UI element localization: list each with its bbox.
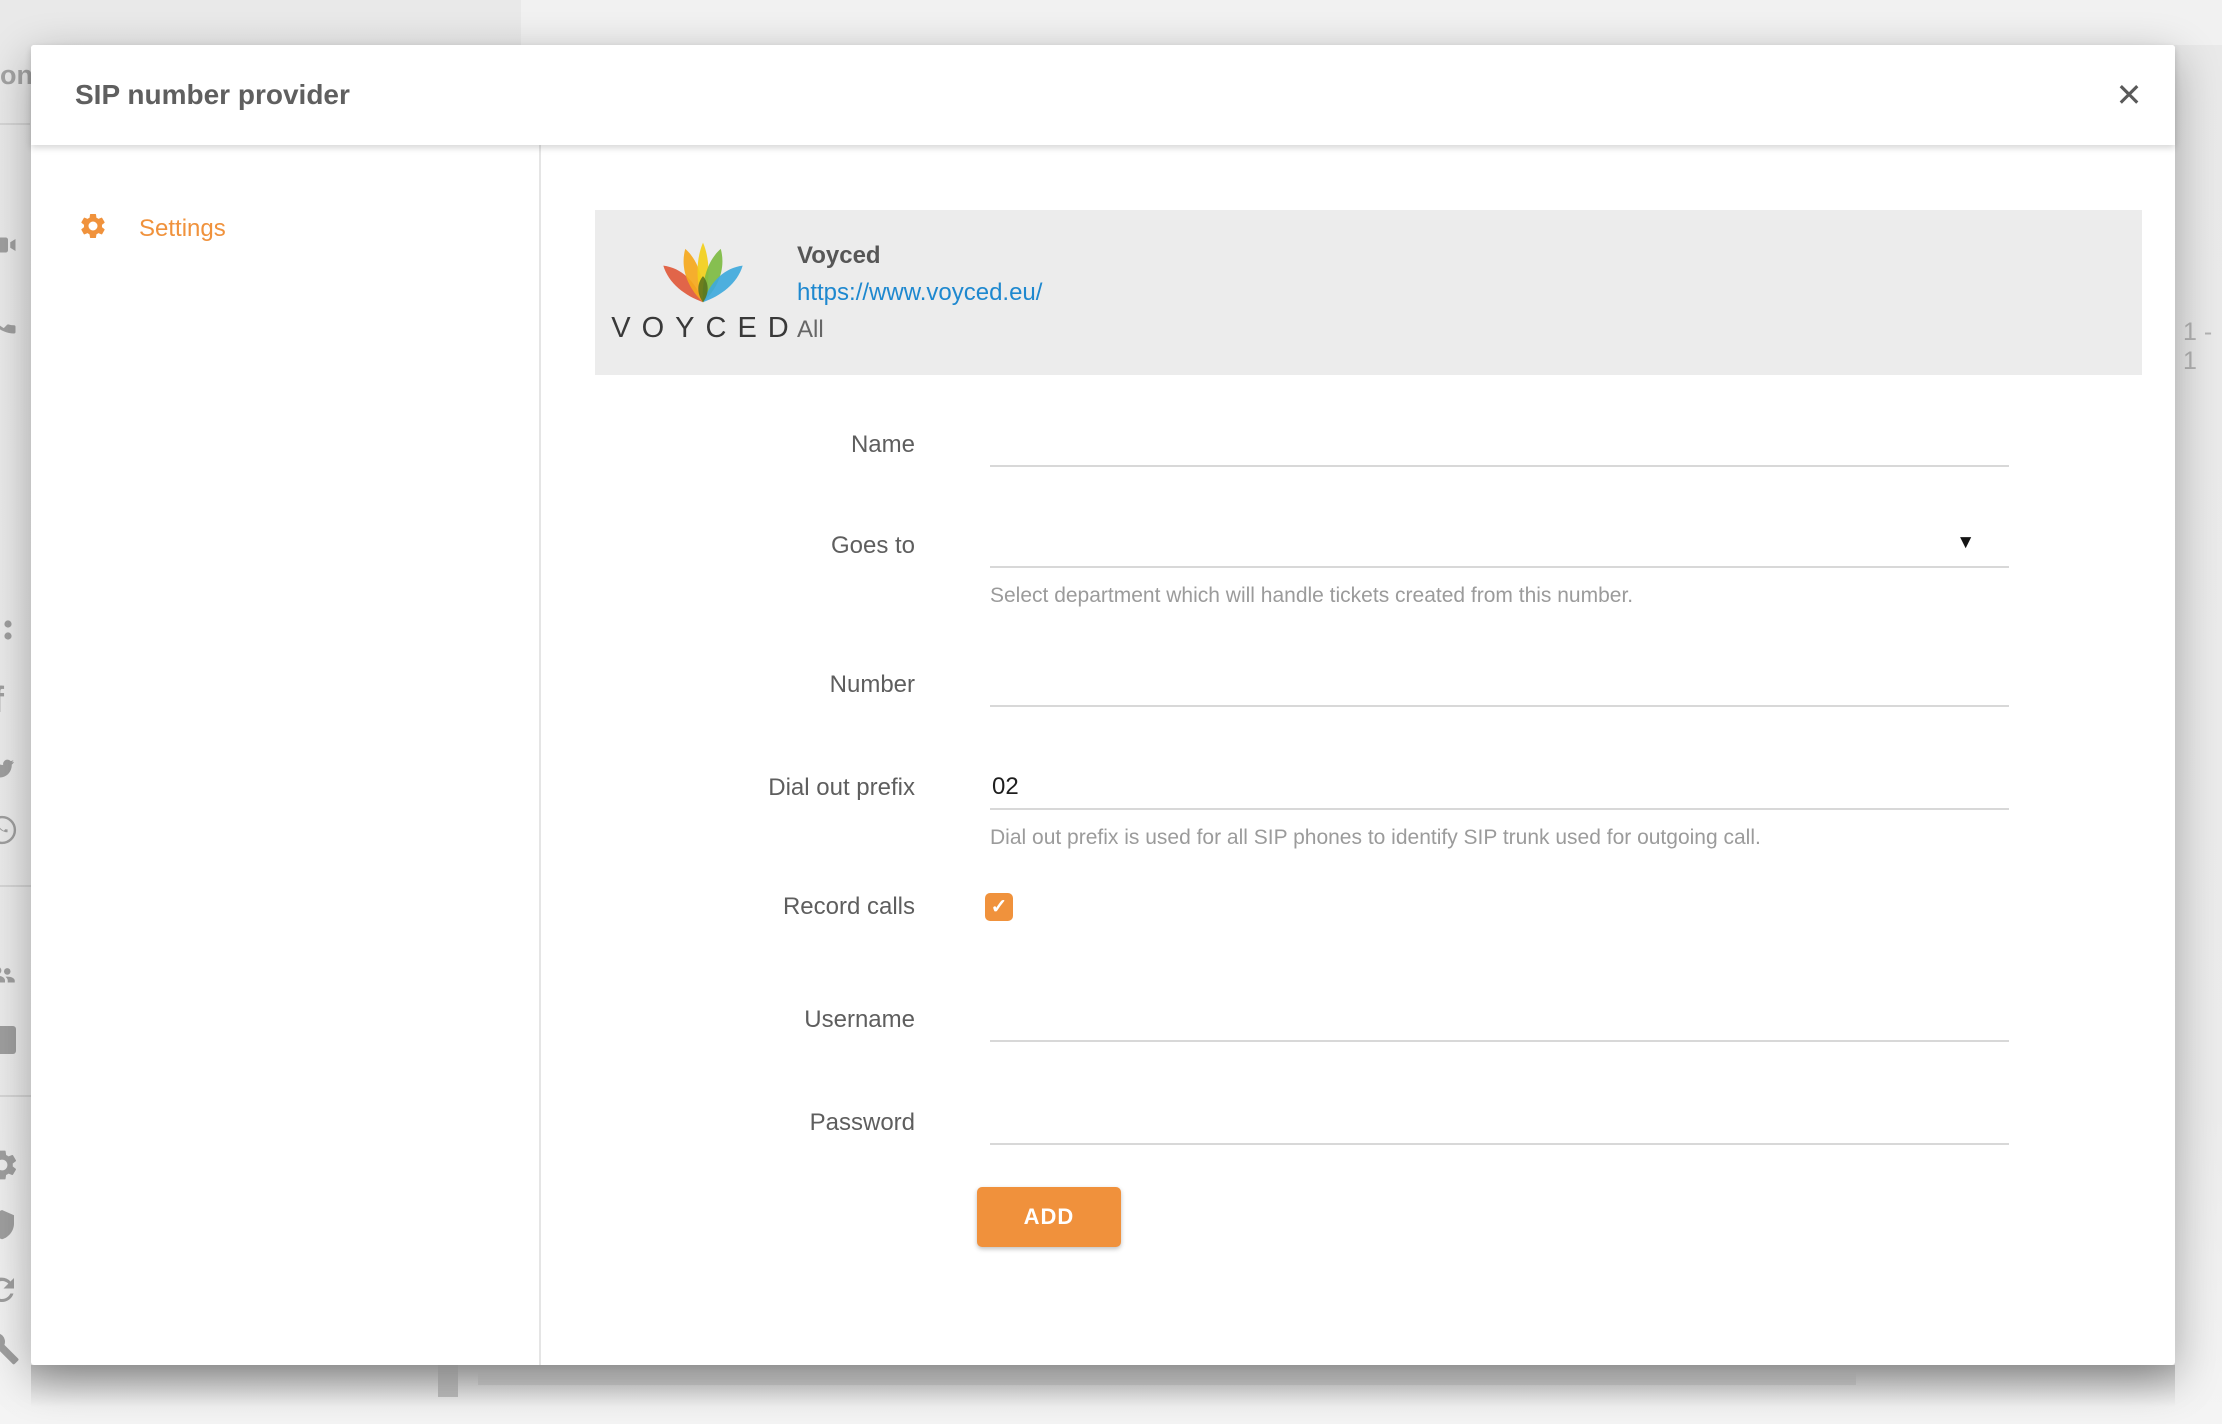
dialog-title: SIP number provider (75, 45, 350, 145)
form-row-record-calls: Record calls ✓ (543, 893, 2009, 921)
gear-icon (78, 211, 108, 246)
provider-card: VOYCED Voyced https://www.voyced.eu/ All (595, 210, 2142, 375)
goes-to-label: Goes to (543, 532, 915, 560)
slack-icon (0, 612, 20, 648)
provider-logo-text: VOYCED (606, 312, 799, 345)
gear-icon (0, 1147, 20, 1183)
dial-out-prefix-underline (990, 740, 2009, 810)
dialog-sidebar: Settings (31, 145, 541, 1365)
background-panel-seam (521, 0, 2222, 45)
close-button[interactable]: ✕ (2103, 69, 2155, 121)
number-label: Number (543, 671, 915, 699)
provider-url-link[interactable]: https://www.voyced.eu/ (797, 279, 1042, 307)
provider-scope: All (797, 316, 1042, 344)
provider-info: Voyced https://www.voyced.eu/ All (797, 242, 1042, 344)
add-button[interactable]: ADD (977, 1187, 1121, 1247)
shield-icon (0, 1207, 20, 1243)
dial-out-prefix-helper-text: Dial out prefix is used for all SIP phon… (990, 826, 1761, 850)
form-row-username: Username (543, 972, 2009, 1042)
record-calls-label: Record calls (543, 893, 915, 921)
background-divider (0, 123, 30, 125)
phone-icon (0, 302, 20, 338)
facebook-icon: f (0, 682, 20, 718)
username-field-underline (990, 972, 2009, 1042)
password-label: Password (543, 1109, 915, 1137)
provider-logo: VOYCED (623, 241, 783, 345)
background-pagination: 1 - 1 (2183, 318, 2222, 376)
username-input[interactable] (990, 972, 2009, 1040)
twitter-icon (0, 752, 20, 788)
password-input[interactable] (990, 1075, 2009, 1143)
dial-out-prefix-input[interactable] (990, 740, 2009, 808)
stop-square-icon (0, 1022, 20, 1058)
name-field-underline (990, 397, 2009, 467)
form-row-password: Password (543, 1075, 2009, 1145)
dialog-header: SIP number provider ✕ (31, 45, 2175, 145)
form-row-dial-out-prefix: Dial out prefix Dial out prefix is used … (543, 740, 2009, 810)
goes-to-select[interactable]: ▼ (990, 498, 2009, 568)
chevron-down-icon[interactable]: ▼ (1956, 532, 1975, 554)
password-field-underline (990, 1075, 2009, 1145)
goes-to-input[interactable] (990, 498, 2009, 566)
form-row-name: Name (543, 397, 2009, 467)
form-row-goes-to: Goes to ▼ Select department which will h… (543, 498, 2009, 568)
username-label: Username (543, 1006, 915, 1034)
sidebar-item-label: Settings (139, 215, 226, 243)
sip-provider-dialog: SIP number provider ✕ Settings (31, 45, 2175, 1365)
provider-name: Voyced (797, 242, 1042, 270)
refresh-icon (0, 1272, 20, 1308)
checkmark-icon: ✓ (991, 896, 1008, 918)
dialog-content: VOYCED Voyced https://www.voyced.eu/ All… (543, 145, 2175, 1365)
record-calls-checkbox[interactable]: ✓ (985, 893, 1013, 921)
people-icon (0, 957, 20, 993)
close-icon: ✕ (2116, 77, 2143, 113)
background-artifact (478, 1371, 1856, 1385)
wrench-icon (0, 1330, 20, 1366)
name-label: Name (543, 431, 915, 459)
goes-to-helper-text: Select department which will handle tick… (990, 584, 1633, 608)
background-artifact (438, 1365, 458, 1397)
video-camera-icon (0, 227, 20, 263)
form-row-number: Number (543, 637, 2009, 707)
dial-out-prefix-label: Dial out prefix (543, 774, 915, 802)
number-input[interactable] (990, 637, 2009, 705)
viber-icon (0, 812, 20, 848)
lotus-flower-icon (656, 241, 750, 307)
sidebar-item-settings[interactable]: Settings (78, 211, 226, 246)
name-input[interactable] (990, 397, 2009, 465)
number-field-underline (990, 637, 2009, 707)
